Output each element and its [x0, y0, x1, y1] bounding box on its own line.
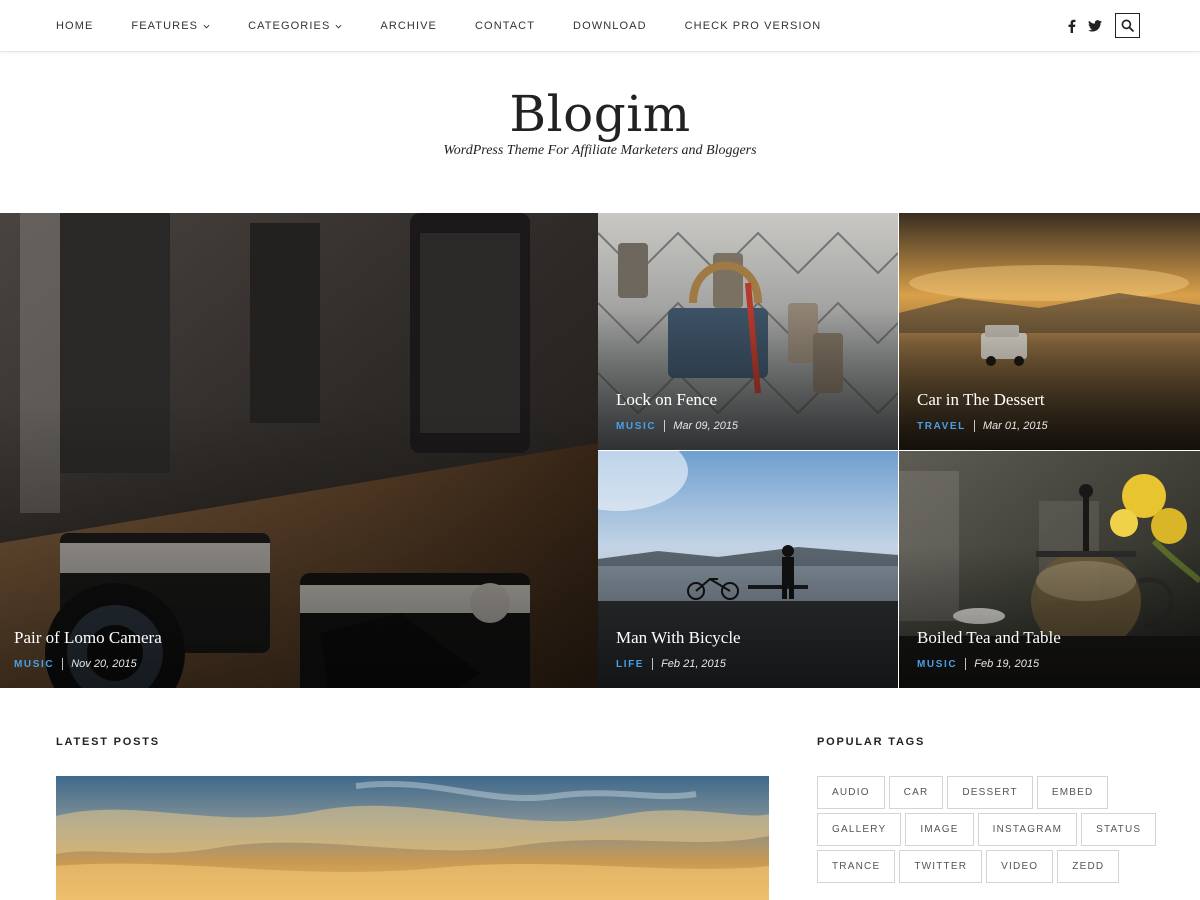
tag-car[interactable]: Car [888, 776, 944, 809]
featured-caption: Boiled Tea and Table Music Feb 19, 2015 [917, 628, 1190, 670]
featured-post-meta: Music Feb 19, 2015 [917, 658, 1190, 670]
nav-features[interactable]: Features [131, 20, 210, 32]
nav-home[interactable]: Home [56, 20, 93, 32]
site-branding: Blogim WordPress Theme For Affiliate Mar… [0, 52, 1200, 213]
nav-download[interactable]: Download [573, 20, 647, 32]
featured-post-title[interactable]: Boiled Tea and Table [917, 628, 1190, 648]
featured-post-car-in-the-dessert[interactable]: Car in The Dessert Travel Mar 01, 2015 [899, 213, 1200, 450]
latest-posts-heading: Latest Posts [56, 736, 160, 748]
featured-post-title[interactable]: Pair of Lomo Camera [14, 628, 588, 648]
tag-instagram[interactable]: Instagram [977, 813, 1078, 846]
tag-dessert[interactable]: Dessert [947, 776, 1033, 809]
category-link[interactable]: Music [616, 421, 656, 432]
nav-contact[interactable]: Contact [475, 20, 535, 32]
featured-post-lock-on-fence[interactable]: Lock on Fence Music Mar 09, 2015 [598, 213, 898, 450]
latest-post-image[interactable] [56, 776, 769, 900]
featured-posts-grid: Pair of Lomo Camera Music Nov 20, 2015 [0, 213, 1200, 688]
tag-zedd[interactable]: Zedd [1057, 850, 1120, 883]
nav-home-label: Home [56, 20, 94, 32]
nav-archive[interactable]: Archive [380, 20, 437, 32]
site-title[interactable]: Blogim [0, 85, 1200, 143]
chevron-down-icon [335, 24, 342, 28]
site-tagline: WordPress Theme For Affiliate Marketers … [443, 143, 757, 158]
category-link[interactable]: Music [14, 659, 54, 670]
nav-categories[interactable]: Categories [248, 20, 342, 32]
latest-post-sky-image [56, 776, 769, 900]
category-link[interactable]: Music [917, 659, 957, 670]
nav-check-pro-label: Check Pro Version [684, 20, 822, 32]
tag-trance[interactable]: Trance [817, 850, 896, 883]
featured-post-man-with-bicycle[interactable]: Man With Bicycle Life Feb 21, 2015 [598, 451, 898, 688]
featured-post-boiled-tea-and-table[interactable]: Boiled Tea and Table Music Feb 19, 2015 [899, 451, 1200, 688]
nav-contact-label: Contact [475, 20, 536, 32]
featured-caption: Lock on Fence Music Mar 09, 2015 [616, 390, 888, 432]
featured-caption: Man With Bicycle Life Feb 21, 2015 [616, 628, 888, 670]
tag-audio[interactable]: Audio [817, 776, 885, 809]
social-links [1055, 13, 1140, 38]
tag-image[interactable]: Image [905, 813, 974, 846]
featured-post-meta: Life Feb 21, 2015 [616, 658, 888, 670]
tag-cloud: Audio Car Dessert Embed Gallery Image In… [817, 776, 1157, 887]
meta-divider [62, 658, 64, 670]
category-link[interactable]: Life [616, 659, 644, 670]
featured-caption: Pair of Lomo Camera Music Nov 20, 2015 [14, 628, 588, 670]
post-date: Feb 19, 2015 [974, 658, 1040, 670]
meta-divider [664, 420, 666, 432]
search-icon [1121, 19, 1134, 32]
post-date: Mar 01, 2015 [982, 420, 1048, 432]
search-button[interactable] [1115, 13, 1140, 38]
twitter-icon[interactable] [1087, 18, 1103, 34]
meta-divider [652, 658, 654, 670]
tag-row: Gallery Image Instagram Status [817, 813, 1157, 846]
post-date: Feb 21, 2015 [661, 658, 726, 670]
featured-post-title[interactable]: Car in The Dessert [917, 390, 1190, 410]
tag-row: Trance Twitter Video Zedd [817, 850, 1147, 883]
post-date: Mar 09, 2015 [673, 420, 739, 432]
main-menu: Home Features Categories Archive Contact… [56, 0, 859, 52]
featured-post-lomo-camera[interactable]: Pair of Lomo Camera Music Nov 20, 2015 [0, 213, 598, 688]
featured-post-title[interactable]: Lock on Fence [616, 390, 888, 410]
nav-categories-label: Categories [248, 20, 331, 32]
nav-check-pro-version[interactable]: Check Pro Version [685, 20, 822, 32]
featured-post-meta: Music Mar 09, 2015 [616, 420, 888, 432]
featured-post-meta: Travel Mar 01, 2015 [917, 420, 1190, 432]
tag-row: Audio Car Dessert Embed [817, 776, 1147, 809]
featured-post-title[interactable]: Man With Bicycle [616, 628, 888, 648]
meta-divider [965, 658, 967, 670]
category-link[interactable]: Travel [917, 421, 966, 432]
nav-download-label: Download [573, 20, 647, 32]
nav-features-label: Features [131, 20, 199, 32]
tag-gallery[interactable]: Gallery [817, 813, 902, 846]
meta-divider [973, 420, 975, 432]
tag-status[interactable]: Status [1081, 813, 1157, 846]
featured-caption: Car in The Dessert Travel Mar 01, 2015 [917, 390, 1190, 432]
tag-embed[interactable]: Embed [1036, 776, 1109, 809]
tag-twitter[interactable]: Twitter [899, 850, 983, 883]
chevron-down-icon [203, 24, 210, 28]
popular-tags-heading: Popular Tags [817, 736, 926, 748]
post-date: Nov 20, 2015 [71, 658, 137, 670]
nav-archive-label: Archive [380, 20, 437, 32]
featured-post-meta: Music Nov 20, 2015 [14, 658, 588, 670]
tag-video[interactable]: Video [986, 850, 1054, 883]
top-navigation-bar: Home Features Categories Archive Contact… [0, 0, 1200, 52]
facebook-icon[interactable] [1063, 18, 1079, 34]
